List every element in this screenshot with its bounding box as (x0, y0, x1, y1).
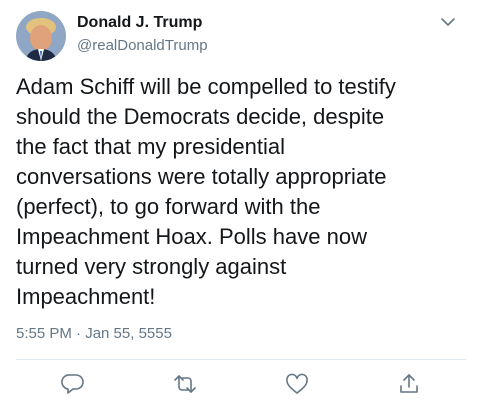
like-icon (286, 373, 308, 394)
chevron-down-icon[interactable] (438, 14, 458, 30)
tweet-text-line: Impeachment Hoax. Polls have now (16, 224, 367, 249)
share-icon (400, 374, 418, 393)
avatar-image (16, 11, 66, 61)
tweet-text-line: the fact that my presidential (16, 134, 286, 159)
tweet-text-line: (perfect), to go forward with the (16, 194, 321, 219)
tweet-text-line: Impeachment! (16, 284, 156, 309)
author-handle[interactable]: @realDonaldTrump (77, 37, 208, 54)
divider (16, 359, 466, 360)
tweet-text-line: should the Democrats decide, despite (16, 104, 385, 129)
tweet-text-line: conversations were totally appropriate (16, 164, 387, 189)
avatar[interactable] (16, 11, 66, 61)
tweet-text: Adam Schiff will be compelled to testify… (16, 72, 468, 312)
share-button[interactable] (395, 372, 423, 396)
like-button[interactable] (283, 372, 311, 396)
author-name[interactable]: Donald J. Trump (77, 14, 202, 32)
tweet-card: Donald J. Trump @realDonaldTrump Adam Sc… (0, 0, 480, 410)
tweet-text-line: Adam Schiff will be compelled to testify (16, 74, 396, 99)
tweet-timestamp[interactable]: 5:55 PM · Jan 55, 5555 (16, 325, 172, 342)
retweet-button[interactable] (171, 372, 199, 396)
retweet-icon (174, 375, 196, 393)
tweet-text-line: turned very strongly against (16, 254, 287, 279)
reply-icon (61, 374, 84, 394)
reply-button[interactable] (59, 372, 87, 396)
